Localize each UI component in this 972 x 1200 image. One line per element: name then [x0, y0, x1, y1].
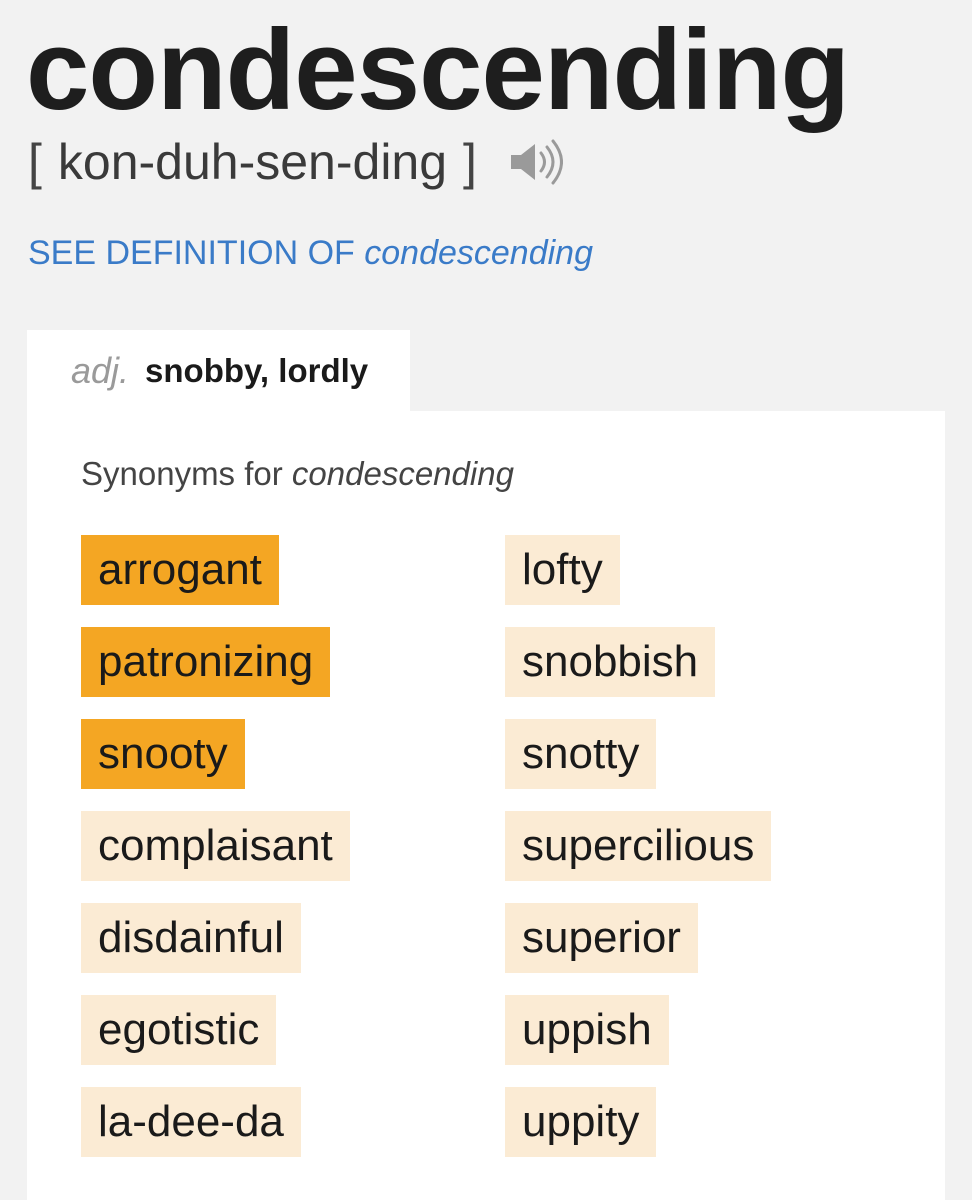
synonyms-heading-word: condescending	[291, 455, 514, 492]
synonym-chip[interactable]: egotistic	[81, 995, 277, 1065]
synonym-chip[interactable]: supercilious	[505, 811, 772, 881]
pronunciation-text: kon-duh-sen-ding	[57, 134, 448, 190]
see-definition-link[interactable]: SEE DEFINITION OF condescending	[28, 234, 593, 273]
synonyms-heading: Synonyms for condescending	[81, 455, 514, 493]
synonyms-heading-prefix: Synonyms for	[81, 455, 283, 492]
synonym-chip[interactable]: snobbish	[505, 627, 716, 697]
pronunciation-bracket-open: [	[28, 134, 42, 190]
synonym-chip[interactable]: arrogant	[81, 535, 279, 605]
synonym-chip[interactable]: snooty	[81, 719, 245, 789]
synonyms-panel: Synonyms for condescending arrogant patr…	[27, 411, 945, 1200]
tab-sense-label: snobby, lordly	[145, 352, 369, 389]
synonym-chip[interactable]: snotty	[505, 719, 657, 789]
synonym-chip[interactable]: superior	[505, 903, 698, 973]
synonym-chip[interactable]: uppish	[505, 995, 669, 1065]
see-definition-prefix: SEE DEFINITION OF	[28, 234, 355, 272]
headword: condescending	[26, 7, 850, 134]
tab-snobby-lordly[interactable]: adj. snobby, lordly	[27, 330, 410, 412]
tab-part-of-speech: adj.	[71, 350, 130, 391]
see-definition-word: condescending	[364, 234, 594, 272]
speaker-icon[interactable]	[507, 134, 563, 190]
synonym-chip[interactable]: patronizing	[81, 627, 331, 697]
synonyms-left-column: arrogant patronizing snooty complaisant …	[81, 535, 350, 1179]
synonym-chip[interactable]: la-dee-da	[81, 1087, 301, 1157]
synonym-chip[interactable]: lofty	[505, 535, 620, 605]
synonym-chip[interactable]: uppity	[505, 1087, 657, 1157]
synonym-chip[interactable]: complaisant	[81, 811, 350, 881]
pronunciation-row: [ kon-duh-sen-ding ]	[28, 134, 563, 190]
synonyms-right-column: lofty snobbish snotty supercilious super…	[505, 535, 772, 1179]
pronunciation-bracket-close: ]	[463, 134, 477, 190]
synonym-chip[interactable]: disdainful	[81, 903, 301, 973]
